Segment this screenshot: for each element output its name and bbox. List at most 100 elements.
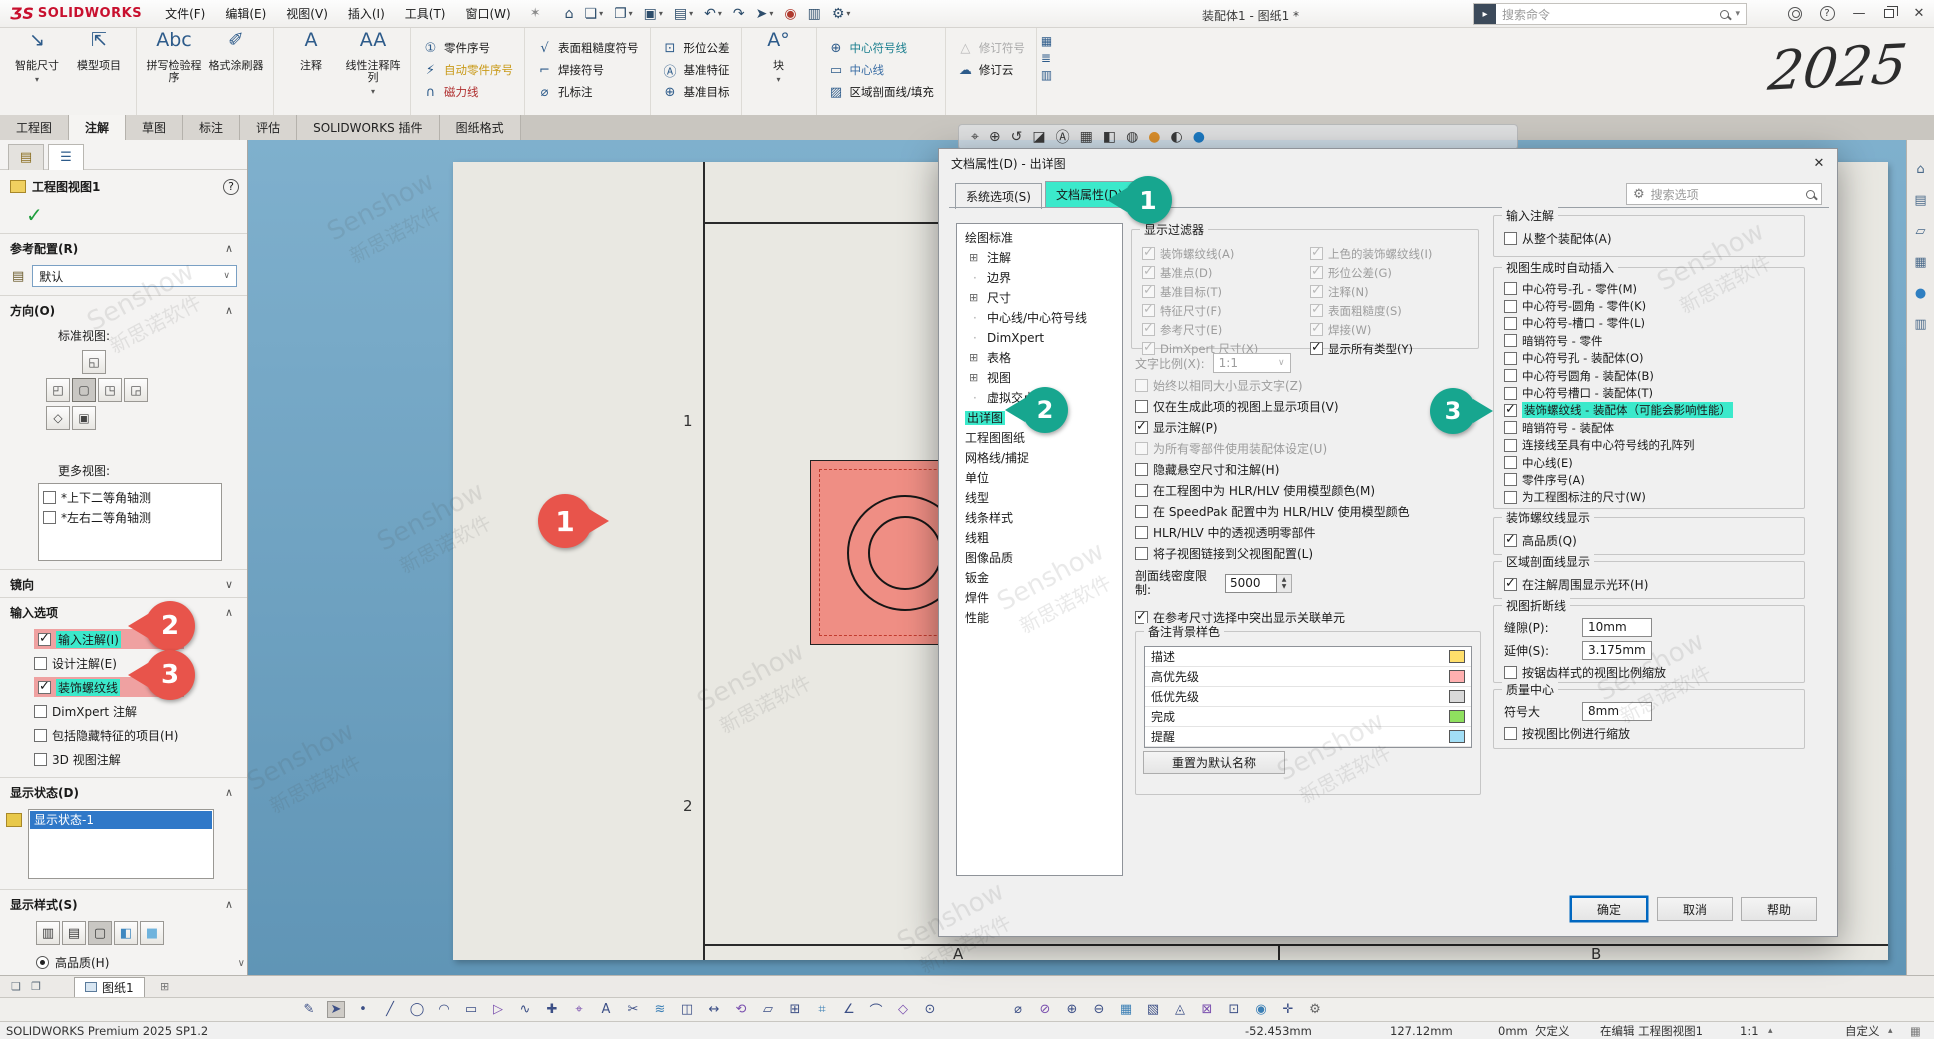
- front-view-button[interactable]: ▢: [72, 378, 96, 402]
- new-file-icon[interactable]: ❏: [581, 4, 608, 24]
- menu-item[interactable]: 窗口(W): [456, 1, 519, 26]
- detailing-checkbox[interactable]: 将子视图链接到父视图配置(L): [1135, 543, 1410, 564]
- sheet-scale[interactable]: 1:1: [1740, 1024, 1759, 1038]
- toolbar-icon[interactable]: ▦: [1117, 1002, 1135, 1017]
- auto-insert-checkbox[interactable]: 装饰螺纹线 - 装配体（可能会影响性能）: [1504, 402, 1804, 419]
- filter-checkbox[interactable]: 特征尺寸(F): [1142, 301, 1310, 320]
- top-view-button[interactable]: ◱: [82, 350, 106, 374]
- ok-button[interactable]: 确定: [1571, 897, 1647, 921]
- menu-item[interactable]: 工具(T): [396, 1, 455, 26]
- detailing-checkbox[interactable]: 始终以相同大小显示文字(Z): [1135, 375, 1410, 396]
- open-file-icon[interactable]: ❐: [610, 4, 637, 24]
- tables-icon[interactable]: ▦: [1041, 34, 1052, 48]
- tree-item[interactable]: 视图: [957, 368, 1122, 388]
- panel-scroll-down-icon[interactable]: ∨: [238, 958, 245, 969]
- auto-insert-checkbox[interactable]: 连接线至具有中心符号线的孔阵列: [1504, 437, 1804, 454]
- filter-checkbox[interactable]: 注释(N): [1310, 282, 1478, 301]
- chevron-up-icon[interactable]: ∧: [225, 606, 239, 619]
- toolbar-icon[interactable]: ≋: [651, 1002, 669, 1017]
- text-scale-dropdown[interactable]: 1:1 ∨: [1213, 353, 1291, 373]
- toolbar-icon[interactable]: ◇: [894, 1002, 912, 1017]
- section-reference-config[interactable]: 参考配置(R) ∧: [0, 233, 247, 261]
- restore-button[interactable]: [1874, 0, 1904, 27]
- linear-note-pattern-button[interactable]: AA线性注释阵列: [344, 32, 402, 98]
- model-items-button[interactable]: ⇱模型项目: [70, 32, 128, 72]
- extension-input[interactable]: 3.175mm: [1582, 641, 1652, 660]
- note-bg-row[interactable]: 高优先级: [1145, 667, 1471, 687]
- toolbar-icon[interactable]: ↔: [705, 1002, 723, 1017]
- search-icon[interactable]: [1720, 10, 1729, 19]
- apply-scene-icon[interactable]: ◐: [1171, 129, 1183, 145]
- shaded-with-edges-button[interactable]: ◧: [114, 921, 138, 945]
- options-search[interactable]: ⚙ 搜索选项: [1626, 183, 1822, 205]
- import-option-checkbox[interactable]: 3D 视图注解: [34, 749, 247, 769]
- menu-item[interactable]: 编辑(E): [216, 1, 275, 26]
- spinner-arrows-icon[interactable]: ▲▼: [1277, 574, 1292, 593]
- toolbar-icon[interactable]: ✛: [1279, 1002, 1297, 1017]
- auto-insert-checkbox[interactable]: 中心符号-槽口 - 零件(L): [1504, 315, 1804, 332]
- centerline-button[interactable]: ▭中心线: [825, 60, 937, 80]
- toolbar-icon[interactable]: ⊞: [786, 1002, 804, 1017]
- weld-symbol-button[interactable]: ⌐焊接符号: [533, 60, 642, 80]
- toolbar-icon[interactable]: A: [597, 1002, 615, 1017]
- home-icon[interactable]: ⌂: [561, 4, 578, 24]
- more-view-checkbox[interactable]: *左右二等角轴测: [43, 507, 217, 527]
- filter-checkbox[interactable]: 基准点(D): [1142, 263, 1310, 282]
- print-icon[interactable]: ▤: [670, 4, 697, 24]
- hide-show-items-icon[interactable]: ◍: [1126, 129, 1138, 145]
- tree-item[interactable]: 网格线/捕捉: [957, 448, 1122, 468]
- zoom-fit-icon[interactable]: ⌖: [971, 129, 979, 145]
- auto-insert-checkbox[interactable]: 中心符号圆角 - 装配体(B): [1504, 367, 1804, 384]
- config-dropdown[interactable]: 默认 ∨: [32, 265, 237, 287]
- appearances-icon[interactable]: ●: [1915, 286, 1926, 301]
- undo-icon[interactable]: ↶: [700, 4, 726, 24]
- surface-finish-button[interactable]: √表面粗糙度符号: [533, 38, 642, 58]
- format-painter-button[interactable]: ✐格式涂刷器: [207, 32, 265, 72]
- minimize-button[interactable]: —: [1844, 0, 1874, 27]
- tree-item[interactable]: 焊件: [957, 588, 1122, 608]
- hatch-density-spinner[interactable]: 5000 ▲▼: [1225, 574, 1292, 593]
- toolbar-icon[interactable]: ✂: [624, 1002, 642, 1017]
- toolbar-icon[interactable]: ➤: [327, 1001, 345, 1018]
- bottom-view-button[interactable]: ▣: [72, 406, 96, 430]
- status-grid-icon[interactable]: ▦: [1910, 1024, 1921, 1038]
- auto-insert-checkbox[interactable]: 中心符号-圆角 - 零件(K): [1504, 297, 1804, 314]
- import-option-checkbox[interactable]: 包括隐藏特征的项目(H): [34, 725, 247, 745]
- color-swatch[interactable]: [1449, 670, 1465, 683]
- toolbar-icon[interactable]: ∠: [840, 1002, 858, 1017]
- help-button[interactable]: ?: [1812, 0, 1842, 27]
- tree-item[interactable]: 线型: [957, 488, 1122, 508]
- menu-item[interactable]: 文件(F): [156, 1, 214, 26]
- filter-checkbox[interactable]: 装饰螺纹线(A): [1142, 244, 1310, 263]
- filter-checkbox[interactable]: 焊接(W): [1310, 320, 1478, 339]
- filter-checkbox[interactable]: 形位公差(G): [1310, 263, 1478, 282]
- jagged-scale-checkbox[interactable]: 按锯齿样式的视图比例缩放: [1504, 662, 1804, 682]
- area-hatch-button[interactable]: ▨区域剖面线/填充: [825, 82, 937, 102]
- note-bg-row[interactable]: 提醒: [1145, 727, 1471, 747]
- toolbar-icon[interactable]: ✚: [543, 1002, 561, 1017]
- save-icon[interactable]: ▣: [640, 4, 667, 24]
- section-display-state[interactable]: 显示状态(D) ∧: [0, 777, 247, 805]
- datum-target-button[interactable]: ⊕基准目标: [659, 82, 733, 102]
- detailing-checkbox[interactable]: 在工程图中为 HLR/HLV 使用模型颜色(M): [1135, 480, 1410, 501]
- add-sheet-icon[interactable]: ⊞: [155, 980, 175, 993]
- geometric-tolerance-button[interactable]: ⊡形位公差: [659, 38, 733, 58]
- tree-item[interactable]: 线条样式: [957, 508, 1122, 528]
- detailing-checkbox[interactable]: 隐藏悬空尺寸和注解(H): [1135, 459, 1410, 480]
- general-table-icon[interactable]: ≣: [1041, 51, 1052, 65]
- spell-checker-button[interactable]: Abc拼写检验程序: [145, 32, 203, 84]
- magnetic-line-button[interactable]: ∩磁力线: [419, 82, 516, 102]
- toolbar-icon[interactable]: ◯: [408, 1002, 426, 1017]
- units-mode[interactable]: 自定义: [1845, 1023, 1880, 1039]
- tab-sheet-format[interactable]: 图纸格式: [440, 115, 521, 140]
- import-ann-checkbox[interactable]: 从整个装配体(A): [1504, 228, 1804, 248]
- block-button[interactable]: A°块: [750, 32, 808, 86]
- filter-checkbox[interactable]: 参考尺寸(E): [1142, 320, 1310, 339]
- hidden-lines-visible-button[interactable]: ▤: [62, 921, 86, 945]
- dynamic-annotation-icon[interactable]: Ⓐ: [1056, 127, 1070, 147]
- tree-item[interactable]: 尺寸: [957, 288, 1122, 308]
- isometric-view-button[interactable]: ◇: [46, 406, 70, 430]
- view-settings-icon[interactable]: ●: [1193, 129, 1205, 145]
- tree-item[interactable]: 单位: [957, 468, 1122, 488]
- window-prev-icon[interactable]: ❏: [6, 980, 26, 993]
